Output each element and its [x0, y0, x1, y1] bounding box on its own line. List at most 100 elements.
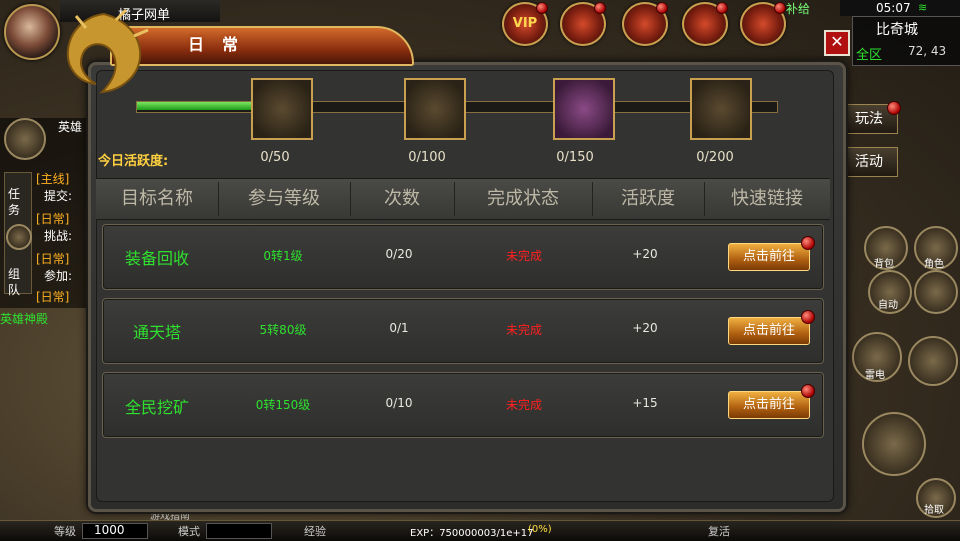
golden-dragon-icon: [66, 8, 149, 94]
quest-text: 参加:: [44, 269, 73, 283]
chest-icon-4[interactable]: [690, 78, 752, 140]
notification-dot: [801, 236, 815, 250]
notification-dot: [801, 310, 815, 324]
task-level: 0转1级: [263, 249, 303, 263]
level-value: 1000: [94, 523, 125, 537]
chest-count-3: 0/150: [556, 150, 594, 165]
task-status: 未完成: [505, 398, 542, 412]
exp-label: 经验: [304, 525, 326, 538]
vip-icon[interactable]: VIP: [502, 2, 548, 46]
notification-dot: [801, 384, 815, 398]
task-count: 0/1: [389, 321, 409, 335]
hero-temple-label: 英雄神殿: [0, 312, 49, 326]
gameplay-button[interactable]: 玩法: [840, 101, 901, 134]
supply-label: 补给: [786, 2, 811, 16]
column-header-link: 快速链接: [731, 188, 803, 209]
notification-dot: [774, 2, 786, 14]
revive-label: 复活: [708, 525, 730, 538]
gift-icon[interactable]: [622, 2, 668, 46]
tab-quest[interactable]: 任务: [8, 186, 24, 218]
task-level: 0转150级: [255, 398, 311, 412]
auto-label: 自动: [878, 300, 898, 311]
notification-dot: [887, 101, 901, 115]
task-name: 全民挖矿: [124, 398, 189, 417]
quest-tag: [日常]: [36, 290, 70, 304]
go-button-label: 点击前往: [742, 323, 795, 338]
column-header-points: 活跃度: [621, 188, 675, 209]
mode-label: 模式: [178, 525, 200, 538]
quest-tag: [日常]: [36, 212, 70, 226]
hero-avatar[interactable]: [4, 118, 46, 160]
quest-text: 提交:: [44, 189, 73, 203]
gameplay-label: 玩法: [855, 111, 883, 127]
go-button[interactable]: 点击前往: [728, 236, 815, 271]
clock: 05:07: [876, 1, 911, 15]
zone-label: 全区: [856, 48, 883, 63]
player-avatar[interactable]: [4, 4, 60, 60]
chest-count-4: 0/200: [696, 150, 734, 165]
quest-item-main[interactable]: [主线] 提交:: [36, 170, 72, 204]
notification-dot: [656, 2, 668, 14]
go-button[interactable]: 点击前往: [728, 310, 815, 345]
vip-label: VIP: [512, 16, 538, 31]
joystick-icon[interactable]: [908, 336, 958, 386]
task-points: +20: [632, 321, 658, 335]
go-button[interactable]: 点击前往: [728, 384, 815, 419]
task-points: +20: [632, 247, 658, 261]
quest-item-daily-1[interactable]: [日常] 挑战:: [36, 210, 72, 244]
task-name: 通天塔: [132, 323, 181, 342]
activity-label: 今日活跃度:: [98, 154, 169, 169]
task-status: 未完成: [505, 249, 542, 263]
task-status: 未完成: [505, 323, 542, 337]
task-points: +15: [632, 396, 658, 410]
quest-text: 挑战:: [44, 229, 73, 243]
exp-text: EXP：750000003/1e+17: [410, 528, 534, 539]
column-header-count: 次数: [384, 188, 420, 209]
attack-sword-icon[interactable]: [862, 412, 926, 476]
quest-item-daily-3[interactable]: [日常]: [36, 288, 69, 305]
activity-progress-fill: [137, 102, 252, 110]
bag-icon[interactable]: [740, 2, 786, 46]
character-label: 角色: [924, 259, 944, 270]
chest-count-2: 0/100: [408, 150, 446, 165]
level-label: 等级: [54, 525, 76, 538]
quest-tag: [日常]: [36, 252, 70, 266]
events-label: 活动: [855, 154, 883, 170]
map-name: 比奇城: [876, 22, 918, 38]
chest-count-1: 0/50: [260, 150, 290, 165]
mode-field[interactable]: [206, 523, 272, 539]
column-header-name: 目标名称: [121, 188, 193, 209]
scroll-icon[interactable]: [682, 2, 728, 46]
exp-percent: (0%): [528, 524, 552, 535]
notification-dot: [594, 2, 606, 14]
chest-icon-3[interactable]: [553, 78, 615, 140]
chest-icon-1[interactable]: [251, 78, 313, 140]
notification-dot: [716, 2, 728, 14]
go-button-label: 点击前往: [742, 249, 795, 264]
column-header-status: 完成状态: [487, 188, 559, 209]
treasure-icon[interactable]: [560, 2, 606, 46]
wifi-icon: ≋: [918, 1, 928, 14]
events-button[interactable]: 活动: [840, 147, 898, 177]
chest-icon-2[interactable]: [404, 78, 466, 140]
hero-label: 英雄: [58, 120, 83, 134]
dialog-title: 日常: [188, 35, 257, 54]
coordinates: 72, 43: [908, 44, 947, 58]
quest-item-daily-2[interactable]: [日常] 参加:: [36, 250, 72, 284]
pickup-label: 拾取: [924, 505, 944, 516]
task-level: 5转80级: [259, 323, 307, 337]
tab-team[interactable]: 组队: [8, 266, 24, 298]
task-name: 装备回收: [124, 249, 189, 268]
go-button-label: 点击前往: [742, 397, 795, 412]
target-icon[interactable]: [914, 270, 958, 314]
task-count: 0/20: [385, 247, 413, 261]
close-button[interactable]: ✕: [824, 30, 850, 56]
quest-tag: [主线]: [36, 172, 70, 186]
lightning-skill-label: 雷电: [865, 370, 885, 381]
dialog-title-bar: [110, 26, 414, 66]
task-count: 0/10: [385, 396, 413, 410]
play-icon[interactable]: [6, 224, 32, 250]
column-header-level: 参与等级: [248, 188, 320, 209]
notification-dot: [536, 2, 548, 14]
backpack-label: 背包: [874, 259, 894, 270]
